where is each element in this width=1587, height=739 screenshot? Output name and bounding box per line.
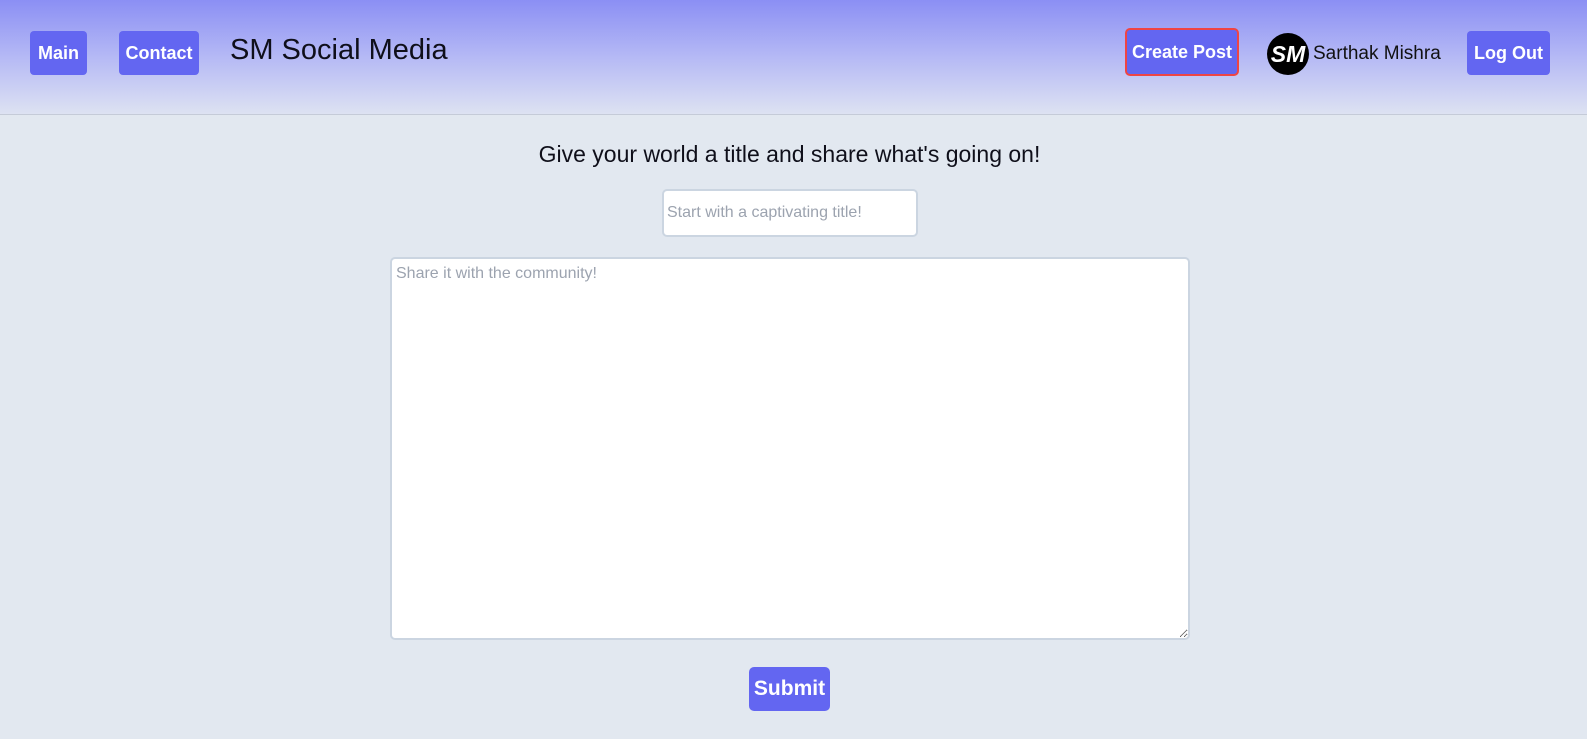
page-heading: Give your world a title and share what's… (538, 141, 1041, 167)
submit-button[interactable]: Submit (749, 667, 830, 711)
site-title: SM Social Media (230, 34, 448, 66)
main-nav-button[interactable]: Main (30, 31, 87, 75)
post-title-input[interactable] (662, 189, 918, 237)
contact-nav-button[interactable]: Contact (119, 31, 199, 75)
top-navbar: Main Contact SM Social Media Create Post… (0, 0, 1587, 115)
user-profile[interactable]: SM Sarthak Mishra (1267, 33, 1441, 75)
avatar: SM (1267, 33, 1309, 75)
post-body-textarea[interactable] (390, 257, 1190, 640)
sm-logo-icon: SM (1271, 41, 1306, 67)
create-post-button[interactable]: Create Post (1125, 28, 1239, 76)
user-name: Sarthak Mishra (1313, 43, 1441, 64)
svg-text:SM: SM (1271, 41, 1306, 67)
logout-button[interactable]: Log Out (1467, 31, 1550, 75)
